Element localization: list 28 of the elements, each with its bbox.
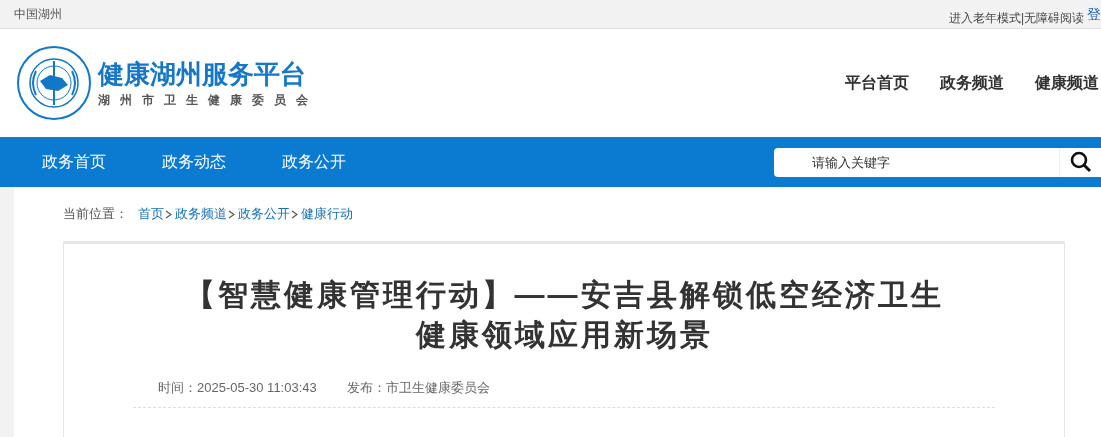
top-link[interactable]: 无障碍阅读 — [1024, 9, 1084, 27]
channel-tab[interactable]: 政务动态 — [162, 150, 226, 174]
search-icon — [1069, 151, 1092, 173]
login-link[interactable]: 登 — [1087, 3, 1101, 25]
search-button[interactable] — [1059, 147, 1101, 177]
channel-tab[interactable]: 政务首页 — [42, 150, 106, 174]
article-title: 【智慧健康管理行动】——安吉县解锁低空经济卫生 — [184, 277, 944, 313]
separator-icon — [228, 209, 235, 219]
site-subtitle: 湖州市卫生健康委员会 — [98, 93, 318, 107]
nav-link[interactable]: 平台首页 — [845, 71, 909, 95]
search-field[interactable]: 请输入关键字 — [774, 147, 1059, 177]
article-title: 健康领域应用新场景 — [415, 317, 713, 353]
breadcrumb-label: 当前位置： — [63, 205, 128, 224]
breadcrumb-link[interactable]: 政务公开 — [238, 204, 290, 224]
nav-link[interactable]: 健康频道 — [1035, 71, 1099, 95]
site-title: 健康湖州服务平台 — [98, 59, 307, 89]
region-label: 中国湖州 — [14, 6, 62, 23]
emblem-icon — [16, 45, 92, 121]
breadcrumb-link[interactable]: 政务频道 — [175, 204, 227, 224]
breadcrumb-link[interactable]: 健康行动 — [301, 204, 353, 224]
publish-time: 时间：2025-05-30 11:03:43 — [158, 379, 317, 397]
nav-link[interactable]: 政务频道 — [940, 71, 1004, 95]
publisher: 发布：市卫生健康委员会 — [346, 379, 490, 397]
top-link[interactable]: 进入老年模式| — [948, 9, 1024, 27]
separator-icon — [165, 209, 172, 219]
channel-tab[interactable]: 政务公开 — [282, 150, 346, 174]
separator-icon — [291, 209, 298, 219]
breadcrumb-link[interactable]: 首页 — [138, 204, 164, 224]
